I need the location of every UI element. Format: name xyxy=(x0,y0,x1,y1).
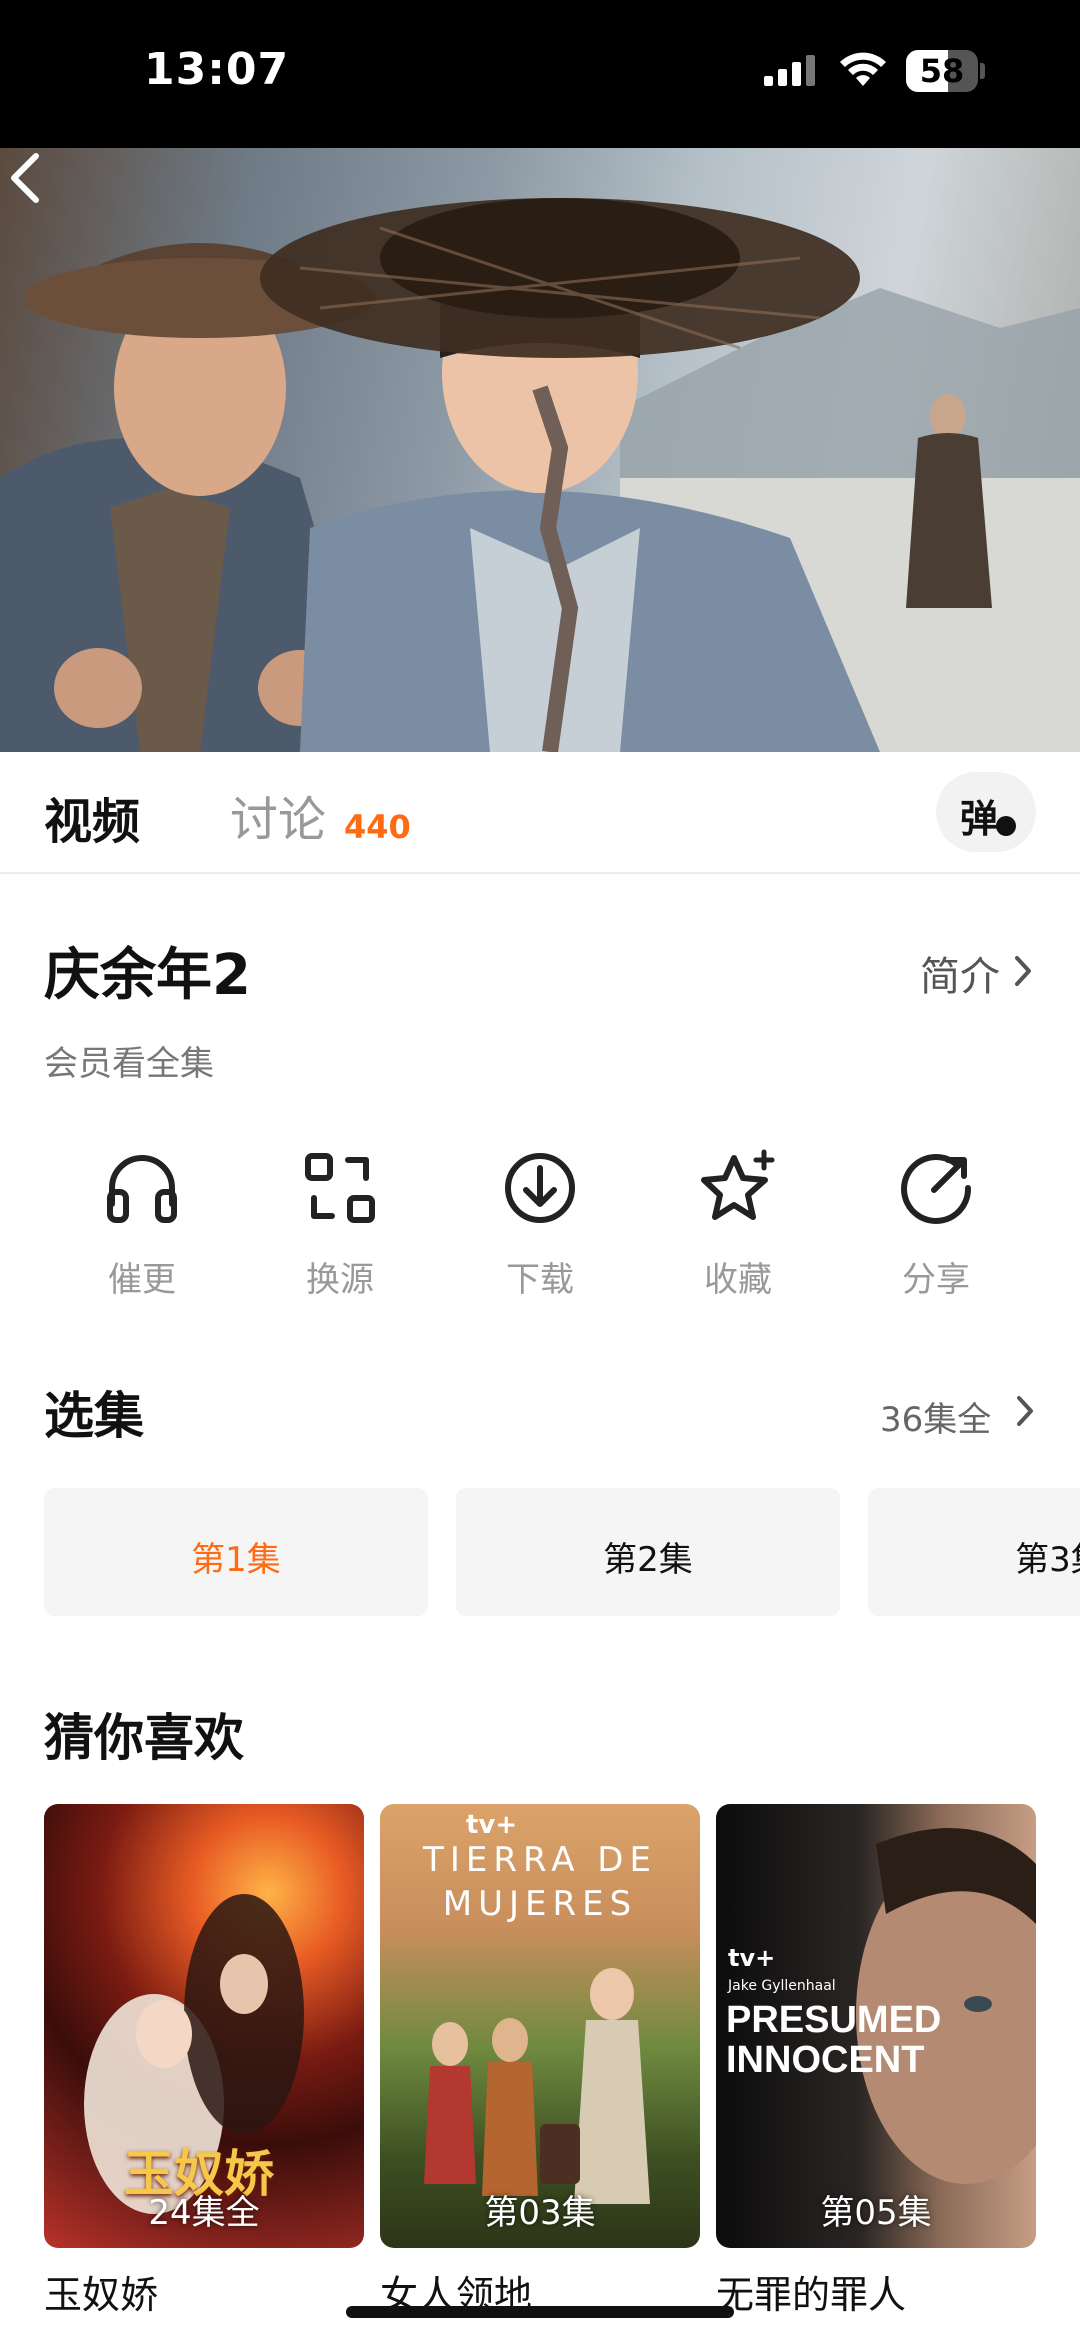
discussion-count-badge: 440 xyxy=(344,808,411,846)
show-subtitle: 会员看全集 xyxy=(44,1044,214,1084)
battery-level: 58 xyxy=(919,52,965,90)
download-icon xyxy=(505,1153,575,1223)
action-label: 催更 xyxy=(108,1260,176,1300)
episode-label: 第2集 xyxy=(603,1540,693,1580)
favorite-button[interactable]: 收藏 xyxy=(668,1148,808,1301)
action-label: 下载 xyxy=(506,1260,574,1300)
chevron-right-icon[interactable] xyxy=(1012,954,1034,988)
poster-title: TIERRA DE MUJERES xyxy=(423,1840,657,1924)
share-button[interactable]: 分享 xyxy=(866,1148,1006,1301)
recommend-card[interactable]: 玉奴娇 24集全 玉奴娇 xyxy=(44,1804,364,2319)
apple-tv-logo: tv+ xyxy=(728,1944,776,1972)
switch-source-icon xyxy=(305,1153,375,1223)
episode-tag: 第03集 xyxy=(484,2193,596,2233)
episode-item-2[interactable]: 第2集 xyxy=(456,1488,840,1616)
content-tabs: 视频 讨论 440 弹 xyxy=(0,752,1080,874)
recommend-name: 无罪的罪人 xyxy=(716,2273,907,2317)
cellular-signal-icon xyxy=(764,55,815,86)
danmaku-toggle-button[interactable]: 弹 xyxy=(936,772,1036,852)
star-icon xyxy=(701,1149,775,1220)
video-player[interactable] xyxy=(0,148,1080,752)
recommend-name: 玉奴娇 xyxy=(44,2273,159,2317)
all-episodes-link[interactable]: 36集全 xyxy=(880,1392,991,1441)
switch-source-button[interactable]: 换源 xyxy=(270,1148,410,1301)
show-title: 庆余年2 xyxy=(44,943,251,1008)
urge-update-button[interactable]: 催更 xyxy=(72,1148,212,1301)
recommend-card[interactable]: tv+ Jake Gyllenhaal PRESUMED INNOCENT 第0… xyxy=(716,1804,1036,2319)
poster-credit: Jake Gyllenhaal xyxy=(728,1978,836,1994)
action-label: 收藏 xyxy=(704,1260,772,1300)
episodes-title: 选集 xyxy=(44,1387,144,1445)
poster-image: tv+ TIERRA DE MUJERES 第03集 xyxy=(380,1804,700,2248)
episode-label: 第3集 xyxy=(1015,1540,1080,1580)
chevron-right-icon[interactable] xyxy=(1014,1394,1036,1428)
apple-tv-logo: tv+ xyxy=(466,1810,518,1840)
action-row: 催更 换源 下载 收藏 分享 xyxy=(0,1148,1080,1308)
status-bar: 13:07 58 xyxy=(0,0,1080,148)
battery-icon: 58 xyxy=(906,50,978,92)
episode-list: 第1集 第2集 第3集 xyxy=(0,1488,1080,1618)
danmaku-status-icon xyxy=(996,816,1016,836)
back-icon[interactable] xyxy=(0,148,50,208)
poster-image: 玉奴娇 24集全 xyxy=(44,1804,364,2248)
recommend-title: 猜你喜欢 xyxy=(44,1709,244,1767)
video-frame xyxy=(0,198,1080,752)
headphones-icon xyxy=(107,1155,177,1223)
share-icon xyxy=(901,1154,972,1224)
episode-label: 第1集 xyxy=(191,1540,281,1580)
recommend-card[interactable]: tv+ TIERRA DE MUJERES 第03集 女人领地 xyxy=(380,1804,700,2319)
wifi-icon xyxy=(840,52,886,86)
poster-image: tv+ Jake Gyllenhaal PRESUMED INNOCENT 第0… xyxy=(716,1804,1036,2248)
episode-tag: 24集全 xyxy=(148,2193,260,2233)
action-label: 分享 xyxy=(902,1260,970,1300)
home-indicator[interactable] xyxy=(346,2306,734,2318)
poster-title: PRESUMED INNOCENT xyxy=(726,1999,942,2081)
tab-video[interactable]: 视频 xyxy=(44,782,140,852)
intro-link[interactable]: 简介 xyxy=(920,944,1000,1002)
episode-item-1[interactable]: 第1集 xyxy=(44,1488,428,1616)
episode-tag: 第05集 xyxy=(820,2193,932,2233)
danmaku-label: 弹 xyxy=(960,797,999,841)
status-time: 13:07 xyxy=(144,44,290,95)
action-label: 换源 xyxy=(306,1260,374,1300)
tab-discussion[interactable]: 讨论 xyxy=(230,780,326,850)
episode-item-3[interactable]: 第3集 xyxy=(868,1488,1080,1616)
download-button[interactable]: 下载 xyxy=(470,1148,610,1301)
